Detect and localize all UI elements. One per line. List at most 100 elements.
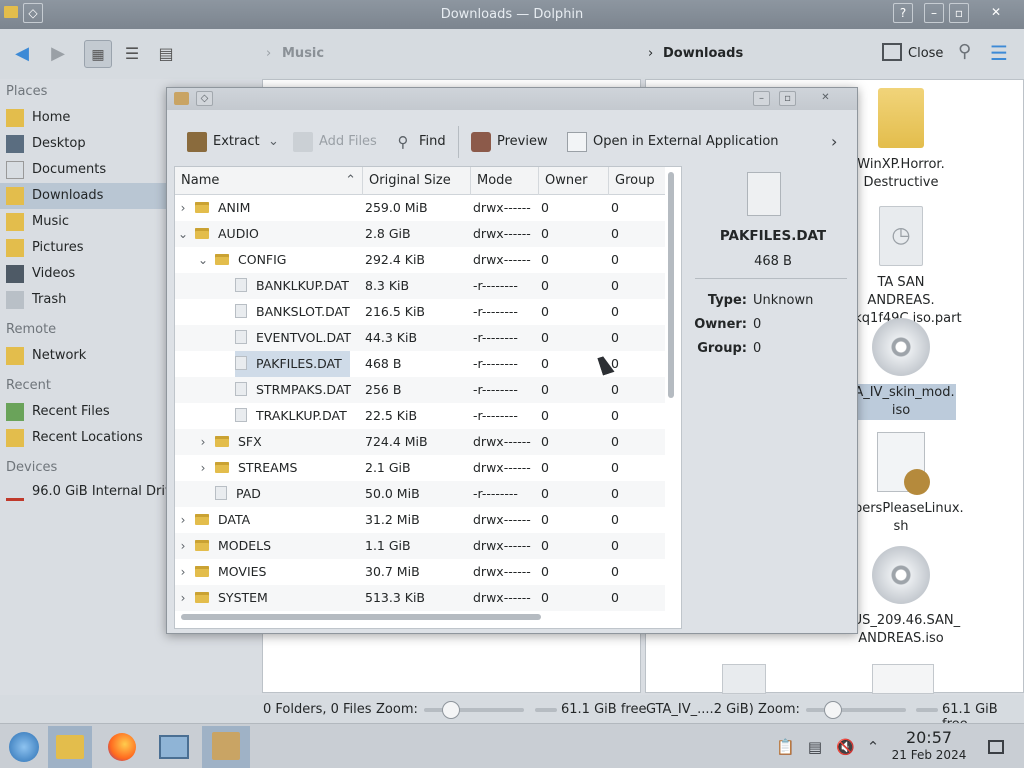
- place-music[interactable]: Music: [0, 209, 170, 235]
- volume-muted-icon[interactable]: 🔇: [836, 738, 855, 756]
- minimize-button[interactable]: –: [924, 3, 944, 23]
- tree-row[interactable]: BANKSLOT.DAT 216.5 KiB -r-------- 0 0: [175, 299, 665, 325]
- file-item[interactable]: apersPleaseLinux. sh: [846, 432, 964, 536]
- search-icon[interactable]: ⚲: [958, 41, 971, 62]
- task-firefox[interactable]: [100, 726, 144, 768]
- file-label: apersPleaseLinux.: [846, 501, 964, 516]
- extract-button[interactable]: Extract: [187, 129, 277, 155]
- place-recent-files[interactable]: Recent Files: [0, 399, 170, 425]
- column-header-size[interactable]: Original Size: [363, 167, 471, 195]
- place-documents[interactable]: Documents: [0, 157, 170, 183]
- tree-row[interactable]: › DATA 31.2 MiB drwx------ 0 0: [175, 507, 665, 533]
- close-window-button[interactable]: ✕: [986, 3, 1006, 23]
- file-item[interactable]: ◷ TA SAN ANDREAS. 3kq1f49C.iso.part: [846, 206, 962, 328]
- breadcrumb-right[interactable]: Downloads: [663, 46, 743, 61]
- column-header-group[interactable]: Group: [609, 167, 665, 195]
- compact-view-icon[interactable]: ☰: [118, 40, 146, 68]
- place-internal-drive[interactable]: 96.0 GiB Internal Drive: [0, 479, 181, 505]
- tree-row[interactable]: BANKLKUP.DAT 8.3 KiB -r-------- 0 0: [175, 273, 665, 299]
- task-dolphin[interactable]: [48, 726, 92, 768]
- ark-minimize-button[interactable]: –: [753, 91, 770, 106]
- task-ark[interactable]: [202, 726, 250, 768]
- place-pictures[interactable]: Pictures: [0, 235, 170, 261]
- expand-tray-icon[interactable]: ⌃: [864, 738, 882, 756]
- place-home[interactable]: Home: [0, 105, 170, 131]
- close-split-button[interactable]: Close: [908, 46, 943, 61]
- split-view-icon[interactable]: [882, 43, 902, 61]
- entry-size: 50.0 MiB: [365, 486, 420, 501]
- tree-row[interactable]: ⌄ CONFIG 292.4 KiB drwx------ 0 0: [175, 247, 665, 273]
- chevron-down-icon[interactable]: ⌄: [177, 221, 189, 247]
- tree-row[interactable]: STRMPAKS.DAT 256 B -r-------- 0 0: [175, 377, 665, 403]
- clock[interactable]: 20:57 21 Feb 2024: [888, 729, 970, 763]
- tree-row[interactable]: TRAKLKUP.DAT 22.5 KiB -r-------- 0 0: [175, 403, 665, 429]
- entry-mode: drwx------: [473, 590, 531, 605]
- zoom-label-right: Zoom:: [758, 702, 800, 717]
- tree-row[interactable]: › ANIM 259.0 MiB drwx------ 0 0: [175, 195, 665, 221]
- tree-row[interactable]: EVENTVOL.DAT 44.3 KiB -r-------- 0 0: [175, 325, 665, 351]
- zoom-slider-knob-right[interactable]: [824, 701, 842, 719]
- details-view-icon[interactable]: ▤: [152, 40, 180, 68]
- chevron-right-icon[interactable]: ›: [177, 559, 189, 585]
- column-header-name[interactable]: Name ⌃: [175, 167, 363, 195]
- place-recent-locations[interactable]: Recent Locations: [0, 425, 170, 451]
- hamburger-menu-icon[interactable]: ☰: [990, 41, 1008, 65]
- tree-row[interactable]: PAD 50.0 MiB -r-------- 0 0: [175, 481, 665, 507]
- column-header-owner[interactable]: Owner: [539, 167, 609, 195]
- chevron-right-icon[interactable]: ›: [177, 195, 189, 221]
- extract-dropdown-chevron-icon[interactable]: ⌄: [268, 129, 279, 155]
- clipboard-icon[interactable]: 📋: [776, 738, 795, 756]
- tree-vertical-scrollbar[interactable]: [668, 172, 674, 398]
- tree-horizontal-scrollbar[interactable]: [181, 614, 541, 620]
- file-icon: [235, 278, 247, 292]
- tree-row[interactable]: › SYSTEM 513.3 KiB drwx------ 0 0: [175, 585, 665, 611]
- tree-row[interactable]: › MODELS 1.1 GiB drwx------ 0 0: [175, 533, 665, 559]
- tree-row[interactable]: ⌄ AUDIO 2.8 GiB drwx------ 0 0: [175, 221, 665, 247]
- place-desktop[interactable]: Desktop: [0, 131, 170, 157]
- start-menu-button[interactable]: [2, 726, 46, 768]
- place-videos[interactable]: Videos: [0, 261, 170, 287]
- forward-arrow-icon[interactable]: ▶: [44, 40, 72, 68]
- task-system-settings[interactable]: [152, 726, 196, 768]
- chevron-right-icon[interactable]: ›: [197, 455, 209, 481]
- ark-window-menu-button[interactable]: ◇: [196, 91, 213, 106]
- place-trash[interactable]: Trash: [0, 287, 170, 313]
- find-button[interactable]: ⚲ Find: [393, 129, 453, 155]
- ark-close-button[interactable]: ✕: [817, 91, 834, 106]
- icons-view-icon[interactable]: ▦: [84, 40, 112, 68]
- toolbar-overflow-chevron-icon[interactable]: ›: [831, 129, 837, 155]
- zoom-slider-knob-left[interactable]: [442, 701, 460, 719]
- file-item[interactable]: LUS_209.46.SAN_ ANDREAS.iso: [846, 546, 960, 648]
- notes-icon[interactable]: ▤: [806, 738, 824, 756]
- name-cell: STRMPAKS.DAT: [235, 377, 359, 403]
- zoom-slider-right[interactable]: [806, 708, 906, 712]
- show-desktop-icon[interactable]: [988, 740, 1004, 754]
- help-button[interactable]: ?: [893, 3, 913, 23]
- file-label: iso: [846, 402, 956, 420]
- maximize-button[interactable]: ▫: [949, 3, 969, 23]
- add-files-button[interactable]: Add Files: [293, 129, 383, 155]
- tree-row[interactable]: › SFX 724.4 MiB drwx------ 0 0: [175, 429, 665, 455]
- tree-row[interactable]: PAKFILES.DAT 468 B -r-------- 0 0: [175, 351, 665, 377]
- preview-button[interactable]: Preview: [471, 129, 555, 155]
- ark-maximize-button[interactable]: ▫: [779, 91, 796, 106]
- open-external-button[interactable]: Open in External Application: [567, 129, 779, 155]
- column-header-mode[interactable]: Mode: [471, 167, 539, 195]
- tree-row[interactable]: › MOVIES 30.7 MiB drwx------ 0 0: [175, 559, 665, 585]
- info-group-value: 0: [753, 341, 762, 356]
- back-arrow-icon[interactable]: ◀: [8, 40, 36, 68]
- file-item[interactable]: WinXP.Horror. Destructive: [846, 88, 956, 192]
- archive-tree-view[interactable]: Name ⌃ Original Size Mode Owner Group › AN…: [174, 166, 682, 629]
- chevron-right-icon[interactable]: ›: [177, 507, 189, 533]
- place-network[interactable]: Network: [0, 343, 170, 369]
- info-divider: [695, 278, 847, 279]
- chevron-right-icon[interactable]: ›: [197, 429, 209, 455]
- chevron-down-icon[interactable]: ⌄: [197, 247, 209, 273]
- breadcrumb-left[interactable]: Music: [282, 46, 324, 61]
- zoom-slider-left[interactable]: [424, 708, 524, 712]
- file-item[interactable]: TA_IV_skin_mod. iso: [846, 318, 956, 420]
- chevron-right-icon[interactable]: ›: [177, 585, 189, 611]
- tree-row[interactable]: › STREAMS 2.1 GiB drwx------ 0 0: [175, 455, 665, 481]
- place-downloads[interactable]: Downloads: [0, 183, 170, 209]
- chevron-right-icon[interactable]: ›: [177, 533, 189, 559]
